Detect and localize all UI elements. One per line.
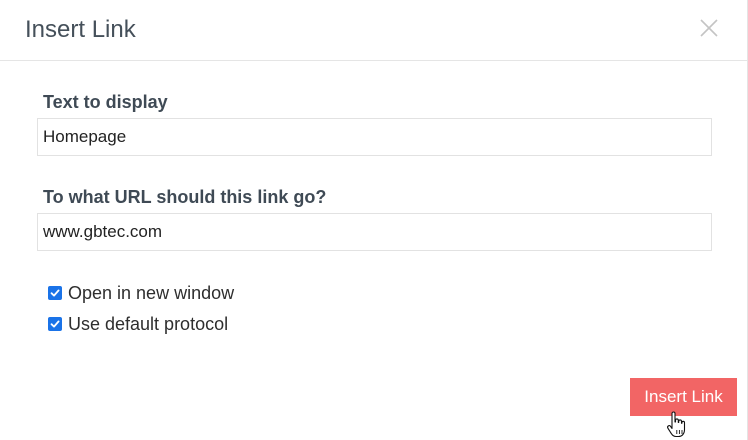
display-text-label: Text to display (43, 92, 168, 112)
dialog-title: Insert Link (25, 16, 136, 43)
close-icon[interactable] (697, 16, 721, 40)
checkmark-icon (50, 289, 60, 297)
url-label: To what URL should this link go? (43, 187, 327, 207)
open-new-window-label[interactable]: Open in new window (68, 283, 234, 304)
insert-link-button[interactable]: Insert Link (630, 378, 737, 416)
default-protocol-label[interactable]: Use default protocol (68, 314, 228, 335)
checkmark-icon (50, 320, 60, 328)
open-new-window-option[interactable]: Open in new window (48, 282, 234, 304)
url-input[interactable] (37, 213, 712, 251)
default-protocol-option[interactable]: Use default protocol (48, 313, 228, 335)
display-text-input[interactable] (37, 118, 712, 156)
dialog-header: Insert Link (0, 0, 747, 61)
open-new-window-checkbox[interactable] (48, 286, 62, 300)
insert-link-dialog: Insert Link Text to display To what URL … (0, 0, 748, 440)
default-protocol-checkbox[interactable] (48, 317, 62, 331)
